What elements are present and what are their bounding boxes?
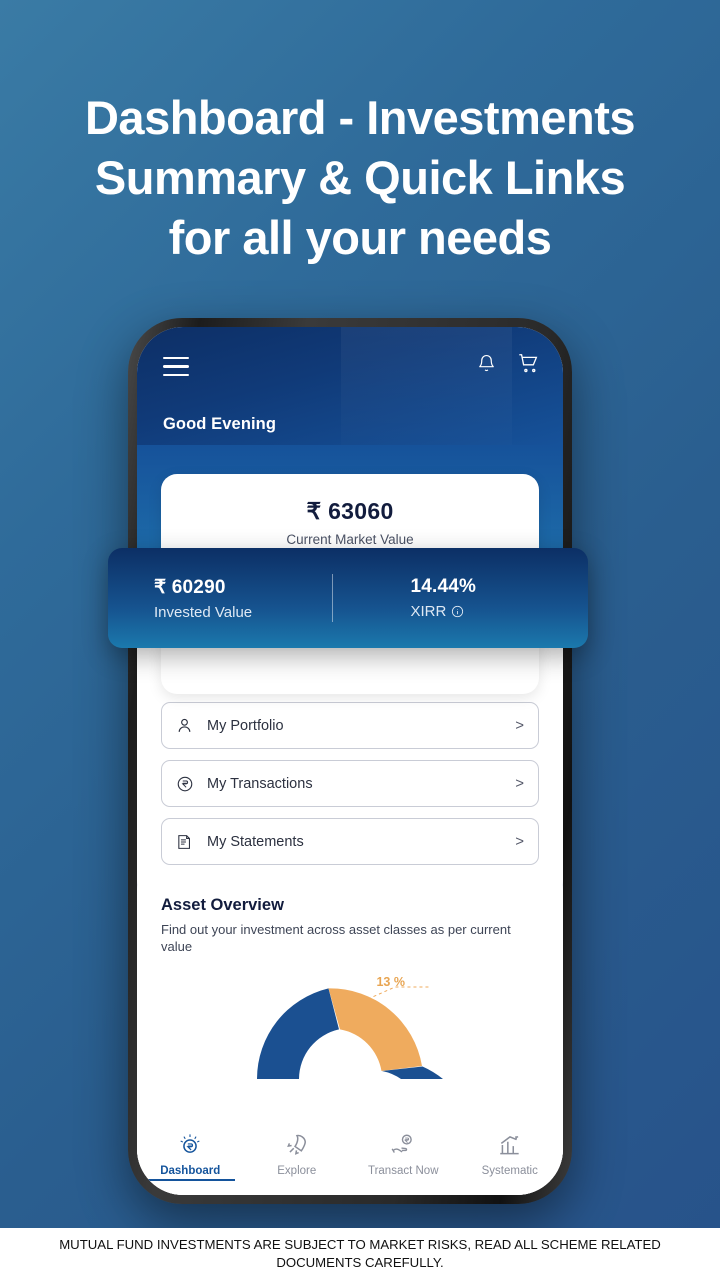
nav-label: Transact Now [367,1165,439,1177]
xirr-label: XIRR [410,603,447,620]
headline-line-3: for all your needs [168,211,552,264]
hamburger-menu-icon[interactable] [163,357,189,382]
quick-link-label: My Transactions [207,775,313,792]
headline-line-1: Dashboard - Investments [84,91,636,144]
xirr-value: 14.44% [410,576,477,597]
xirr-block: 14.44% XIRR [333,576,589,620]
quick-link-my-portfolio[interactable]: My Portfolio > [161,702,539,749]
chevron-right-icon: > [515,833,524,850]
asset-overview-chart: 13 % [161,969,539,1079]
rocket-icon [286,1134,306,1155]
document-icon [176,833,198,851]
bar-chart-up-icon [500,1136,519,1155]
phone-screen: Good Evening ₹ 63060 Current Market Valu… [137,327,563,1195]
current-market-value-amount: ₹ 63060 [306,498,394,524]
chevron-right-icon: > [515,717,524,734]
info-icon[interactable] [451,605,464,618]
nav-label: Dashboard [160,1165,221,1177]
app-header: Good Evening [137,327,563,445]
xirr-label-row: XIRR [411,603,589,620]
headline-line-2: Summary & Quick Links [94,151,626,204]
rupee-coin-icon [180,1134,200,1153]
nav-label: Systematic [481,1165,538,1177]
bottom-navigation: Dashboard Explore Transact Now Systemati… [137,1123,563,1195]
nav-item-transact-now[interactable]: Transact Now [350,1123,457,1195]
greeting-text: Good Evening [163,415,277,433]
donut-gauge-svg [256,986,443,1079]
header-icon-group [477,353,539,374]
rupee-circle-icon [176,775,198,793]
quick-link-my-transactions[interactable]: My Transactions > [161,760,539,807]
footer-disclaimer-bar: MUTUAL FUND INVESTMENTS ARE SUBJECT TO M… [0,1228,720,1280]
page-title: Dashboard - Investments Summary & Quick … [0,88,720,268]
chevron-right-icon: > [515,775,524,792]
nav-item-systematic[interactable]: Systematic [457,1123,564,1195]
current-market-value-label: Current Market Value [286,532,414,547]
asset-overview-subtitle: Find out your investment across asset cl… [161,922,511,954]
quick-link-label: My Statements [207,833,304,850]
nav-label: Explore [277,1165,317,1177]
asset-overview-title: Asset Overview [161,896,284,914]
invested-value-label: Invested Value [154,603,253,621]
chart-percent-label: 13 % [376,975,405,989]
person-icon [176,717,198,734]
nav-item-dashboard[interactable]: Dashboard [137,1123,244,1195]
invested-value-amount: ₹ 60290 [154,576,226,598]
hand-rupee-icon [391,1134,413,1153]
disclaimer-text: MUTUAL FUND INVESTMENTS ARE SUBJECT TO M… [59,1237,661,1270]
bell-icon[interactable] [477,353,496,374]
quick-link-label: My Portfolio [207,717,284,734]
invested-value-block: ₹ 60290 Invested Value [108,576,332,621]
shopping-cart-icon[interactable] [518,353,539,374]
nav-item-explore[interactable]: Explore [244,1123,351,1195]
phone-mockup: Good Evening ₹ 63060 Current Market Valu… [128,318,572,1204]
investment-summary-band: ₹ 60290 Invested Value 14.44% XIRR [108,548,588,648]
quick-link-my-statements[interactable]: My Statements > [161,818,539,865]
